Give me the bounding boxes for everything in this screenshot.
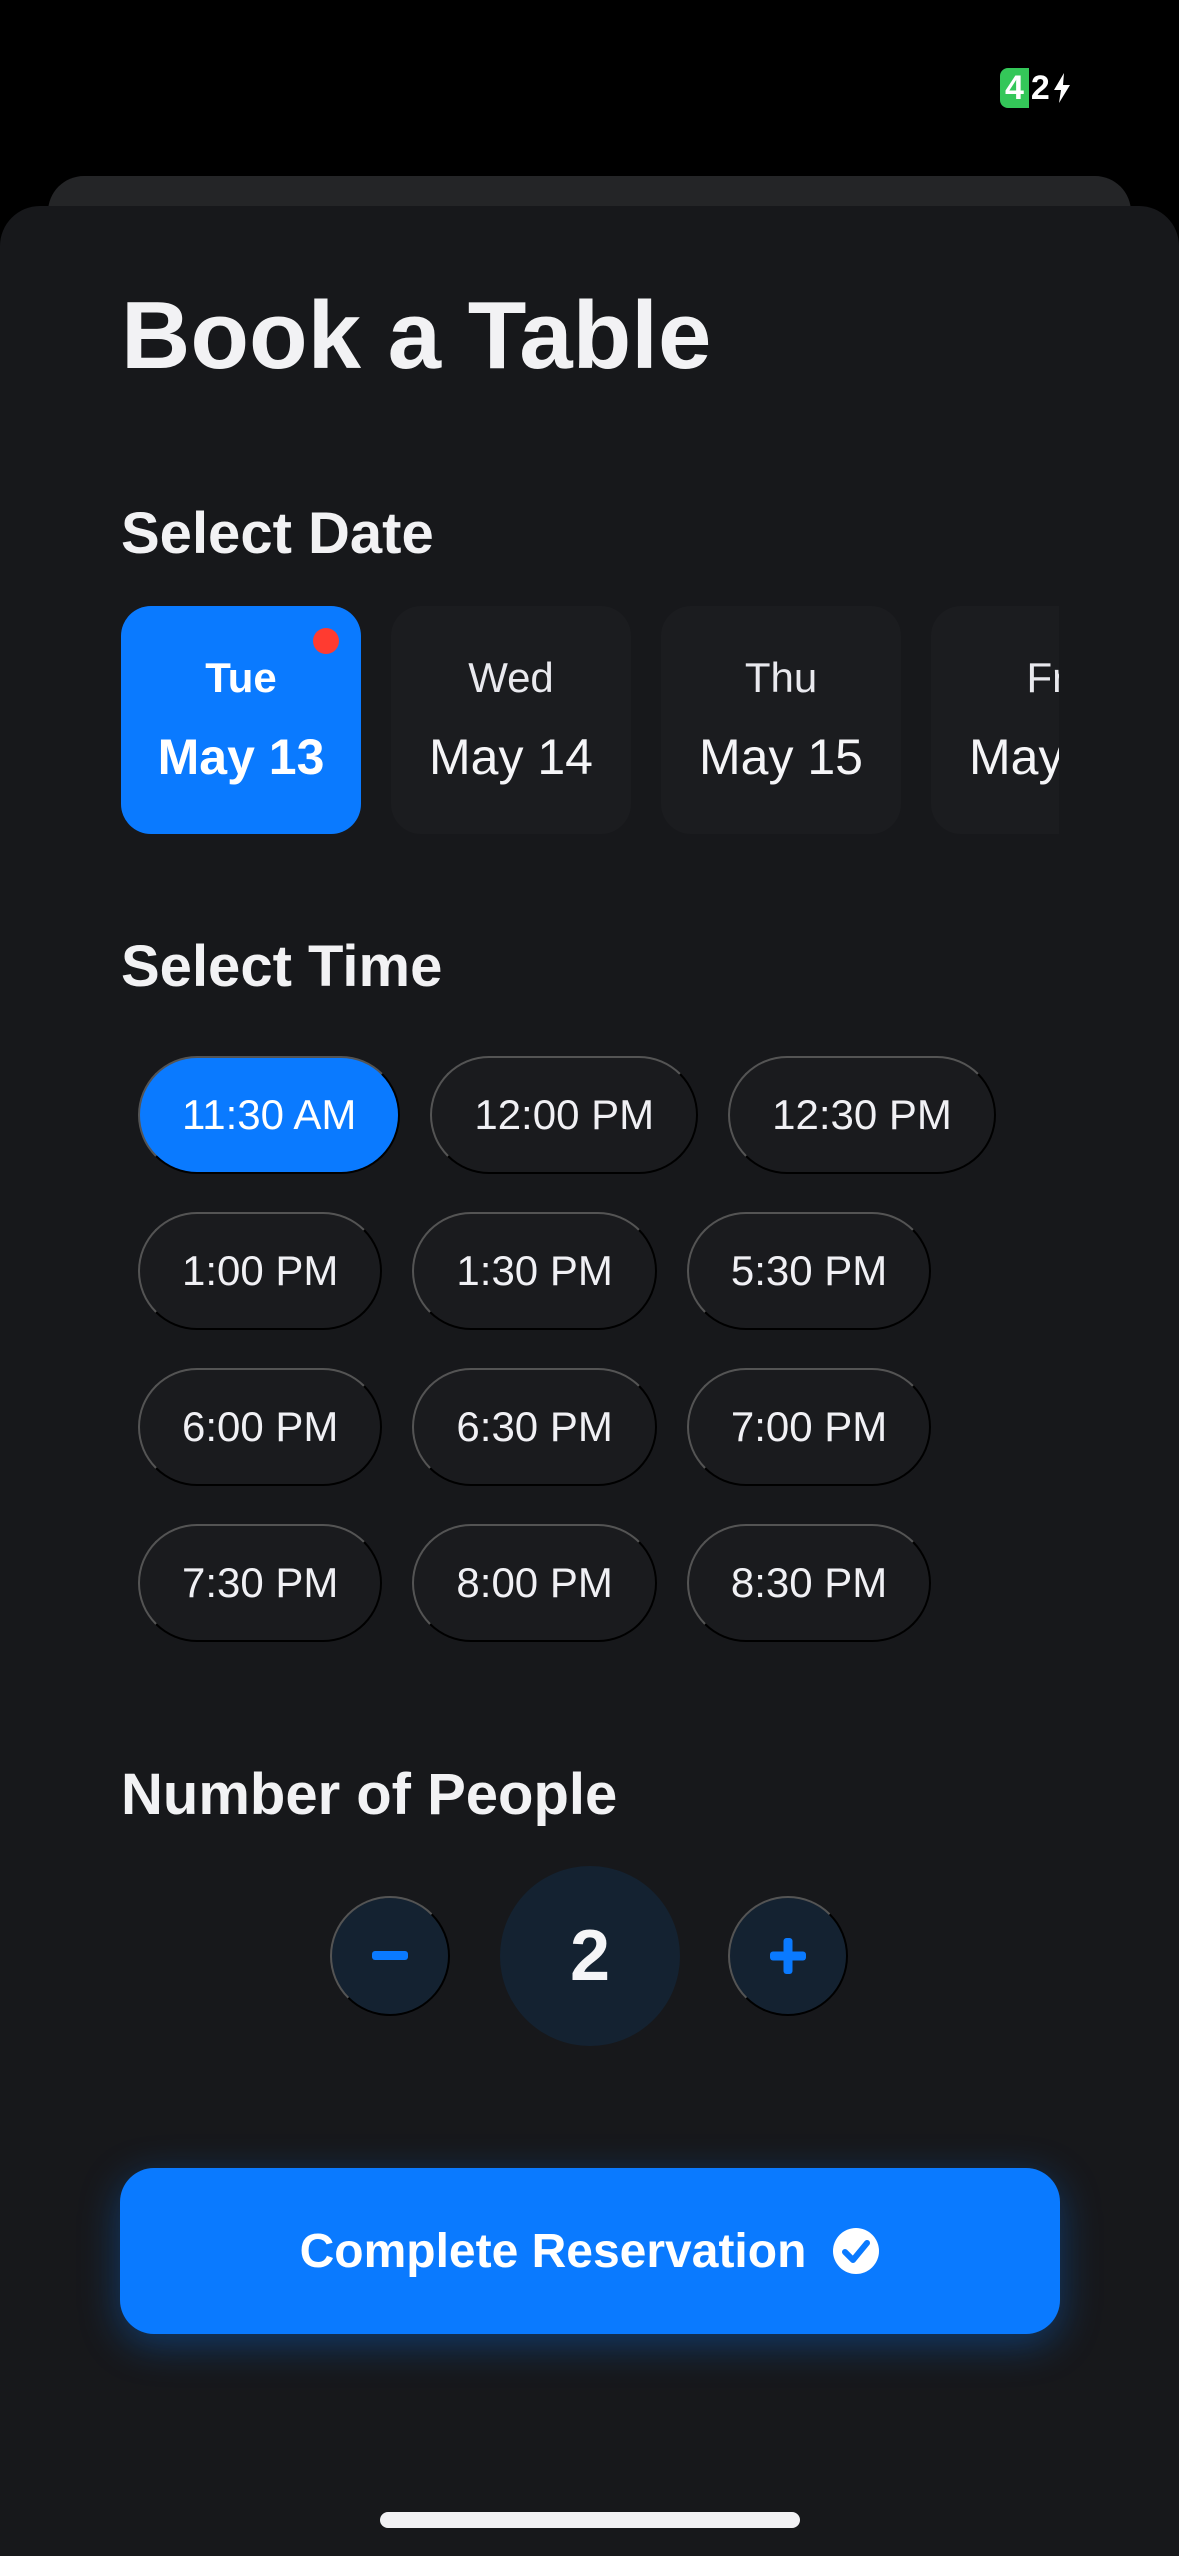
increase-people-button[interactable] xyxy=(728,1896,848,2016)
page-title: Book a Table xyxy=(121,282,712,389)
today-dot-indicator xyxy=(313,628,339,654)
time-slot-selected[interactable]: 11:30 AM xyxy=(138,1056,401,1174)
time-slot-row: 1:00 PM 1:30 PM 5:30 PM xyxy=(138,1212,1038,1330)
time-slot[interactable]: 8:30 PM xyxy=(686,1524,932,1642)
date-card-wed-may-14[interactable]: Wed May 14 xyxy=(391,606,631,834)
checkmark-circle-icon xyxy=(833,2228,880,2274)
date-card-date: May 13 xyxy=(157,729,325,785)
date-card-day: Fri xyxy=(1026,654,1060,701)
time-slot[interactable]: 1:30 PM xyxy=(412,1212,657,1330)
date-card-day: Thu xyxy=(744,654,818,701)
complete-reservation-label: Complete Reservation xyxy=(299,2224,807,2278)
time-slot[interactable]: 12:30 PM xyxy=(728,1056,996,1174)
select-time-heading: Select Time xyxy=(121,934,443,999)
date-card-tue-may-13[interactable]: Tue May 13 xyxy=(121,606,361,834)
select-date-heading: Select Date xyxy=(121,501,434,566)
date-card-day: Tue xyxy=(205,654,277,701)
home-indicator[interactable] xyxy=(380,2512,800,2528)
minus-icon xyxy=(372,1951,408,1960)
time-slot-grid: 11:30 AM 12:00 PM 12:30 PM 1:00 PM 1:30 … xyxy=(138,1056,1038,1680)
battery-level: 4 xyxy=(1000,68,1029,108)
decrease-people-button[interactable] xyxy=(330,1896,450,2016)
number-of-people-heading: Number of People xyxy=(121,1762,618,1827)
time-slot-row: 6:00 PM 6:30 PM 7:00 PM xyxy=(138,1368,1038,1486)
time-slot[interactable]: 12:00 PM xyxy=(430,1056,699,1174)
time-slot[interactable]: 6:00 PM xyxy=(138,1368,383,1486)
battery-indicator: 4 2 xyxy=(1000,68,1072,108)
time-slot[interactable]: 7:00 PM xyxy=(686,1368,932,1486)
people-count: 2 xyxy=(500,1866,680,2046)
time-slot-row: 7:30 PM 8:00 PM 8:30 PM xyxy=(138,1524,1038,1642)
date-card-day: Wed xyxy=(468,654,554,701)
date-card-fri-may-16[interactable]: Fri May 16 xyxy=(931,606,1059,834)
date-card-date: May 15 xyxy=(699,729,863,785)
complete-reservation-button[interactable]: Complete Reservation xyxy=(120,2168,1060,2334)
date-card-date: May 16 xyxy=(969,729,1059,785)
plus-icon xyxy=(770,1938,806,1974)
date-card-thu-may-15[interactable]: Thu May 15 xyxy=(661,606,901,834)
date-picker-strip[interactable]: Tue May 13 Wed May 14 Thu May 15 Fri May… xyxy=(121,606,1059,834)
charging-bolt-icon xyxy=(1053,73,1070,103)
time-slot-row: 11:30 AM 12:00 PM 12:30 PM xyxy=(138,1056,1038,1174)
battery-level-rest: 2 xyxy=(1030,69,1050,107)
time-slot[interactable]: 1:00 PM xyxy=(138,1212,383,1330)
time-slot[interactable]: 6:30 PM xyxy=(412,1368,657,1486)
time-slot[interactable]: 7:30 PM xyxy=(138,1524,383,1642)
party-size-stepper: 2 xyxy=(330,1866,850,2046)
time-slot[interactable]: 5:30 PM xyxy=(686,1212,932,1330)
time-slot[interactable]: 8:00 PM xyxy=(412,1524,657,1642)
date-card-date: May 14 xyxy=(429,729,593,785)
